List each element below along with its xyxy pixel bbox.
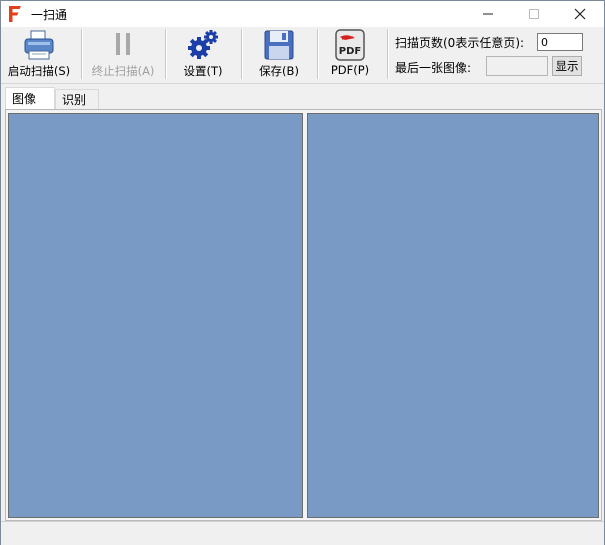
show-button[interactable]: 显示 <box>552 56 582 76</box>
stop-scan-label: 终止扫描(A) <box>91 64 155 78</box>
save-label: 保存(B) <box>259 64 299 78</box>
settings-label: 设置(T) <box>183 64 223 78</box>
toolbar-separator <box>81 29 82 79</box>
pause-icon <box>116 33 130 55</box>
image-tab-content <box>5 109 602 521</box>
toolbar-separator <box>165 29 166 79</box>
pdf-icon: PDF <box>335 29 365 61</box>
maximize-icon <box>529 9 539 19</box>
close-icon <box>574 8 586 20</box>
pdf-label: PDF(P) <box>330 63 370 77</box>
minimize-button[interactable] <box>465 1 511 27</box>
scan-pages-label: 扫描页数(0表示任意页): <box>395 36 525 50</box>
title-bar: 一扫通 <box>1 1 604 27</box>
status-bar <box>1 521 604 545</box>
scan-pages-input[interactable] <box>537 33 583 51</box>
toolbar-separator <box>317 29 318 79</box>
tab-strip: 图像 识别 <box>1 87 604 109</box>
close-button[interactable] <box>557 1 603 27</box>
main-window: 一扫通 启动扫描(S) 终止扫描(A) 设置(T) 保存(B) PDF PDF(… <box>0 0 605 545</box>
app-logo-icon <box>9 6 21 22</box>
floppy-disk-icon <box>264 30 294 60</box>
save-button[interactable]: 保存(B) <box>247 29 311 81</box>
last-image-field <box>486 56 548 76</box>
start-scan-button[interactable]: 启动扫描(S) <box>3 29 75 81</box>
left-image-panel[interactable] <box>8 113 303 518</box>
right-image-panel[interactable] <box>307 113 599 518</box>
gears-icon <box>188 30 218 59</box>
start-scan-label: 启动扫描(S) <box>7 64 71 78</box>
last-image-label: 最后一张图像: <box>395 61 472 75</box>
pdf-button[interactable]: PDF PDF(P) <box>323 29 377 81</box>
maximize-button[interactable] <box>511 1 557 27</box>
settings-button[interactable]: 设置(T) <box>171 29 235 81</box>
toolbar-separator <box>387 29 388 79</box>
minimize-icon <box>483 13 493 15</box>
tab-recognize[interactable]: 识别 <box>55 89 99 109</box>
pdf-icon-text: PDF <box>339 46 361 57</box>
toolbar-separator <box>241 29 242 79</box>
stop-scan-button[interactable]: 终止扫描(A) <box>87 29 159 81</box>
window-title: 一扫通 <box>31 8 68 22</box>
scanner-icon <box>24 30 54 60</box>
tab-image[interactable]: 图像 <box>5 87 55 109</box>
